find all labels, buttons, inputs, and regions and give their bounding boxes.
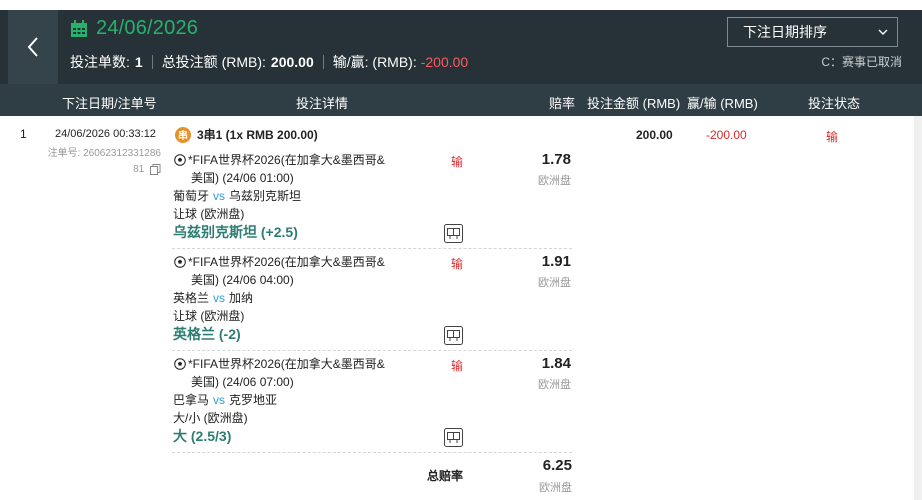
sort-selected-label: 下注日期排序: [743, 24, 827, 40]
scoreboard-icon[interactable]: [444, 428, 463, 447]
odds-type: 欧洲盘: [538, 379, 571, 391]
leg-divider: [172, 248, 572, 249]
event-line-1: *FIFA世界杯2026(在加拿大&墨西哥&: [188, 255, 385, 269]
home-team: 英格兰: [173, 291, 210, 305]
chevron-down-icon: [878, 29, 888, 35]
summary-divider: [322, 55, 324, 69]
col-stake: 投注金额 (RMB): [587, 96, 681, 111]
away-team: 乌兹别克斯坦: [229, 189, 302, 203]
away-team: 克罗地亚: [229, 393, 278, 407]
summary-divider: [151, 55, 153, 69]
vs-label: vs: [213, 189, 226, 203]
col-odds: 赔率: [549, 96, 576, 111]
winloss-value: -200.00: [420, 54, 469, 70]
order-number: 注单号: 26062312331286 81: [39, 146, 161, 178]
bet-datetime: 24/06/2026 00:33:12: [55, 128, 156, 140]
event-name: *FIFA世界杯2026(在加拿大&墨西哥& 美国) (24/06 07:00): [174, 355, 404, 391]
leg-result: 输: [451, 155, 464, 169]
event-line-1: *FIFA世界杯2026(在加拿大&墨西哥&: [188, 357, 385, 371]
leg-odds: 1.91: [541, 253, 571, 270]
scrollbar[interactable]: [914, 116, 922, 500]
stake-label: 总投注额 (RMB):: [161, 54, 266, 70]
leg-result: 输: [451, 359, 464, 373]
back-button[interactable]: [8, 10, 58, 84]
leg-divider: [172, 452, 572, 453]
home-team: 巴拿马: [173, 393, 210, 407]
top-strip: [0, 0, 922, 10]
col-status: 投注状态: [808, 96, 861, 111]
scoreboard-icon[interactable]: [444, 224, 463, 243]
market-type: 让球 (欧洲盘): [173, 309, 245, 323]
combo-label: 3串1 (1x RMB 200.00): [197, 128, 318, 142]
event-name: *FIFA世界杯2026(在加拿大&墨西哥& 美国) (24/06 01:00): [174, 151, 404, 187]
leg-odds: 1.84: [541, 355, 571, 372]
event-line-2: 美国) (24/06 04:00): [191, 273, 294, 287]
total-odds-label: 总赔率: [427, 469, 464, 483]
date-display: 24/06/2026: [70, 17, 198, 40]
soccer-ball-icon: [174, 358, 186, 370]
combo-header: 串 3串1 (1x RMB 200.00): [175, 126, 318, 143]
chevron-left-icon: [27, 37, 38, 57]
row-index: 1: [20, 127, 27, 141]
vs-label: vs: [213, 291, 226, 305]
odds-type: 欧洲盘: [538, 277, 571, 289]
order-no-part1: 26062312331286: [83, 148, 161, 159]
event-name: *FIFA世界杯2026(在加拿大&墨西哥& 美国) (24/06 04:00): [174, 253, 404, 289]
event-line-2: 美国) (24/06 07:00): [191, 375, 294, 389]
away-team: 加纳: [229, 291, 254, 305]
order-label: 注单号:: [47, 148, 81, 159]
leg-odds: 1.78: [541, 151, 571, 168]
bet-stake: 200.00: [636, 128, 673, 142]
event-line-2: 美国) (24/06 01:00): [191, 171, 294, 185]
col-winloss: 赢/输 (RMB): [687, 96, 758, 111]
bet-status: 输: [826, 130, 839, 144]
market-type: 大/小 (欧洲盘): [173, 411, 248, 425]
match-teams: 巴拿马 vs 克罗地亚: [173, 391, 277, 408]
odds-type: 欧洲盘: [538, 175, 571, 187]
combo-badge: 串: [175, 126, 191, 143]
soccer-ball-icon: [174, 154, 186, 166]
date-title: 24/06/2026: [96, 17, 199, 39]
count-value: 1: [134, 54, 143, 70]
scoreboard-icon[interactable]: [444, 326, 463, 345]
soccer-ball-icon: [174, 256, 186, 268]
total-odds-type: 欧洲盘: [539, 482, 572, 494]
bet-summary: 投注单数: 1 总投注额 (RMB): 200.00 输/赢: (RMB): -…: [70, 52, 468, 72]
bet-winloss: -200.00: [706, 128, 747, 142]
leg-result: 输: [451, 257, 464, 271]
calendar-icon: [71, 19, 87, 37]
event-line-1: *FIFA世界杯2026(在加拿大&墨西哥&: [188, 153, 385, 167]
count-label: 投注单数:: [70, 54, 130, 70]
sort-dropdown[interactable]: 下注日期排序: [727, 17, 898, 47]
copy-icon[interactable]: [150, 163, 161, 175]
total-odds: 6.25: [542, 457, 572, 474]
cancel-note: C：赛事已取消: [821, 55, 902, 69]
selection: 乌兹别克斯坦 (+2.5): [173, 224, 298, 240]
order-no-part2: 81: [133, 164, 145, 175]
match-teams: 英格兰 vs 加纳: [173, 289, 253, 306]
selection: 大 (2.5/3): [173, 428, 232, 444]
selection: 英格兰 (-2): [173, 326, 241, 342]
market-type: 让球 (欧洲盘): [173, 207, 245, 221]
leg-divider: [172, 350, 572, 351]
match-teams: 葡萄牙 vs 乌兹别克斯坦: [173, 187, 301, 204]
col-details: 投注详情: [296, 96, 349, 111]
stake-value: 200.00: [270, 54, 314, 70]
home-team: 葡萄牙: [173, 189, 210, 203]
col-date-order: 下注日期/注单号: [62, 96, 157, 111]
column-header: 下注日期/注单号 投注详情 赔率 投注金额 (RMB) 赢/输 (RMB) 投注…: [0, 84, 922, 116]
winloss-label: 输/赢: (RMB):: [332, 54, 417, 70]
vs-label: vs: [213, 393, 226, 407]
